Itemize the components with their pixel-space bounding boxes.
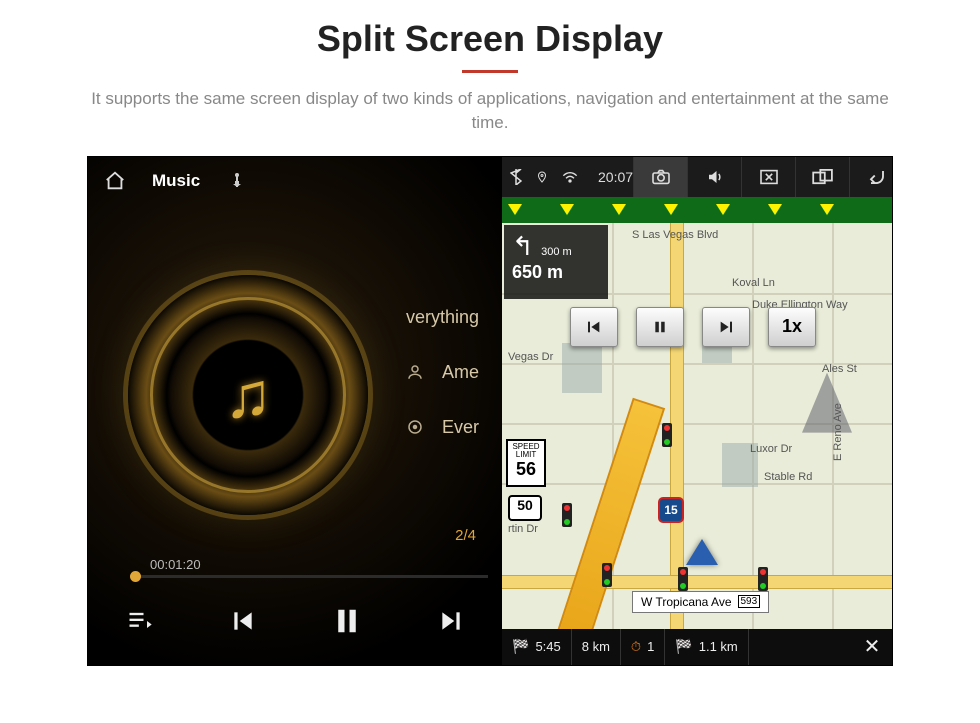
current-street-box: W Tropicana Ave 593 xyxy=(632,591,769,613)
app-label: Music xyxy=(152,171,200,191)
playlist-button[interactable] xyxy=(126,607,154,635)
street-luxor: Luxor Dr xyxy=(750,443,792,455)
street-slv: S Las Vegas Blvd xyxy=(632,229,718,241)
wifi-icon xyxy=(562,170,578,184)
fuel-icon: ⏱ xyxy=(631,639,641,655)
cost-segment: ⏱ 1 xyxy=(621,629,665,665)
turn-box: ↱ 300 m 650 m xyxy=(504,225,608,299)
artist-name: Ame xyxy=(442,362,479,383)
speed-limit-value: 56 xyxy=(508,460,544,480)
location-icon xyxy=(536,169,548,185)
split-screen-button[interactable] xyxy=(795,157,849,197)
nav-footer: 🏁 5:45 8 km ⏱ 1 🏁 1.1 km ✕ xyxy=(502,629,892,665)
download-arrow-icon xyxy=(560,204,574,215)
pause-button[interactable] xyxy=(332,604,362,638)
interstate-shield: 15 xyxy=(658,497,684,523)
dist-segment: 🏁 1.1 km xyxy=(665,629,748,665)
download-arrow-icon xyxy=(612,204,626,215)
sim-prev-button[interactable] xyxy=(570,307,618,347)
track-title: verything xyxy=(406,307,479,328)
player-controls xyxy=(88,591,502,651)
music-topbar: Music xyxy=(88,157,502,205)
turn-dist-big: 650 m xyxy=(512,262,600,283)
music-note-icon: ♫ xyxy=(224,358,272,432)
route-shield: 50 xyxy=(508,495,542,521)
artist-row: Ame xyxy=(406,362,479,383)
track-count: 2/4 xyxy=(455,527,476,544)
sim-controls: 1x xyxy=(570,307,816,347)
street-vegasdr: Vegas Dr xyxy=(508,351,553,363)
download-arrow-icon xyxy=(768,204,782,215)
artist-icon xyxy=(406,363,428,381)
turn-arrow-icon: ↱ xyxy=(512,231,534,262)
speed-limit-label: SPEED LIMIT xyxy=(508,443,544,461)
usb-icon xyxy=(230,172,244,190)
prev-button[interactable] xyxy=(230,608,256,634)
nav-cursor-icon xyxy=(686,539,718,565)
speed-limit-sign: SPEED LIMIT 56 xyxy=(506,439,546,487)
flag-icon: 🏁 xyxy=(675,638,692,655)
music-panel: Music ♫ verything Ame Ever xyxy=(88,157,502,665)
sim-pause-button[interactable] xyxy=(636,307,684,347)
title-underline xyxy=(462,70,518,73)
road-tropicana xyxy=(502,575,892,589)
speed-value: 8 km xyxy=(582,639,610,654)
next-button[interactable] xyxy=(438,608,464,634)
volume-button[interactable] xyxy=(687,157,741,197)
clock: 20:07 xyxy=(598,169,633,185)
device-frame: Music ♫ verything Ame Ever xyxy=(88,157,892,665)
map-panel: S Las Vegas Blvd Koval Ln Duke Ellington… xyxy=(502,157,892,665)
current-street-num: 593 xyxy=(738,595,761,608)
flag-icon: 🏁 xyxy=(512,638,529,655)
album-icon xyxy=(406,418,428,436)
elapsed-time: 00:01:20 xyxy=(150,557,201,572)
street-koval: Koval Ln xyxy=(732,277,775,289)
status-bar: 20:07 xyxy=(502,157,892,197)
street-ales: Ales St xyxy=(822,363,857,375)
download-banner xyxy=(502,197,892,223)
street-martin: rtin Dr xyxy=(508,523,538,535)
sim-next-button[interactable] xyxy=(702,307,750,347)
home-icon[interactable] xyxy=(104,170,126,192)
download-arrow-icon xyxy=(820,204,834,215)
close-app-button[interactable] xyxy=(741,157,795,197)
subtitle: It supports the same screen display of t… xyxy=(80,87,900,135)
download-arrow-icon xyxy=(664,204,678,215)
screenshot-button[interactable] xyxy=(633,157,687,197)
bluetooth-icon xyxy=(510,169,522,185)
progress-bar[interactable] xyxy=(130,575,488,578)
sim-speed-button[interactable]: 1x xyxy=(768,307,816,347)
page-title: Split Screen Display xyxy=(0,18,980,60)
progress-thumb[interactable] xyxy=(130,571,141,582)
back-button[interactable] xyxy=(849,157,903,197)
album-row: Ever xyxy=(406,417,479,438)
album-name: Ever xyxy=(442,417,479,438)
nav-close-button[interactable]: ✕ xyxy=(852,634,892,659)
current-street-label: W Tropicana Ave xyxy=(641,595,732,609)
turn-dist-small: 300 m xyxy=(541,246,572,258)
dist-value: 1.1 km xyxy=(699,639,738,654)
street-reno: E Reno Ave xyxy=(832,403,844,461)
download-arrow-icon xyxy=(508,204,522,215)
album-art: ♫ xyxy=(128,275,368,515)
download-arrow-icon xyxy=(716,204,730,215)
street-stable: Stable Rd xyxy=(764,471,812,483)
track-meta: verything Ame Ever xyxy=(406,307,479,438)
cost-value: 1 xyxy=(647,639,654,654)
speed-segment: 8 km xyxy=(572,629,621,665)
eta-value: 5:45 xyxy=(535,639,560,654)
track-title-row: verything xyxy=(406,307,479,328)
eta-segment: 🏁 5:45 xyxy=(502,629,572,665)
